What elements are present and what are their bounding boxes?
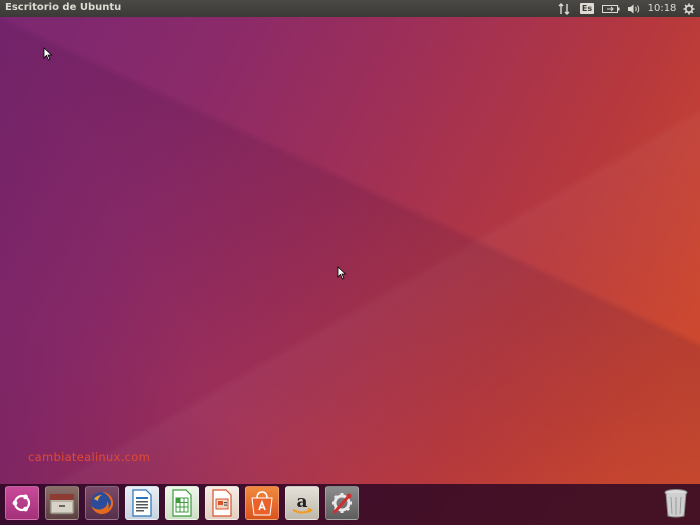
keyboard-layout-label: Es [579,3,595,14]
clock-time: 10:18 [647,3,677,14]
firefox-icon [91,491,114,514]
watermark-text: cambiatealinux.com [28,450,151,464]
clock[interactable]: 10:18 [647,0,677,17]
ubuntu-logo-icon [12,494,31,512]
launcher-item-ubuntu-dash[interactable] [5,486,39,520]
launcher-item-libreoffice-writer[interactable] [125,486,159,520]
svg-text:a: a [296,492,307,512]
gear-icon[interactable] [682,0,696,17]
launcher-item-system-settings[interactable] [325,486,359,520]
file-cabinet-icon [49,493,75,515]
mouse-cursor-icon [337,266,347,280]
top-panel: Escritorio de Ubuntu Es 10:18 [0,0,700,17]
volume-icon[interactable] [626,0,642,17]
writer-document-icon [132,489,152,517]
network-updown-icon[interactable] [557,0,571,17]
launcher-item-libreoffice-impress[interactable] [205,486,239,520]
shopping-bag-icon [251,491,273,516]
battery-icon[interactable] [601,0,621,17]
launcher-item-amazon[interactable]: a [285,486,319,520]
launcher-item-ubuntu-software[interactable] [245,486,279,520]
launcher-item-files[interactable] [45,486,79,520]
mouse-cursor-icon [43,47,53,61]
trash-icon [664,489,688,518]
launcher-item-trash[interactable] [659,486,693,520]
amazon-icon: a [292,492,313,514]
calc-spreadsheet-icon [172,489,192,517]
launcher-item-firefox[interactable] [85,486,119,520]
keyboard-layout-indicator[interactable]: Es [579,0,595,17]
settings-wrench-icon [332,493,352,514]
impress-presentation-icon [212,489,232,517]
launcher-item-libreoffice-calc[interactable] [165,486,199,520]
window-title: Escritorio de Ubuntu [5,2,122,13]
wallpaper-shade [0,0,700,525]
